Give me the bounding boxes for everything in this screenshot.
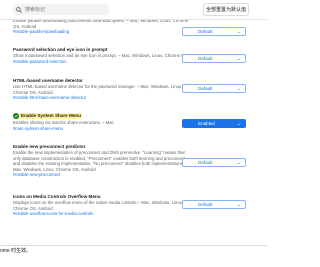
relaunch-notice: ome 时生效。 (0, 248, 32, 254)
select-value: Enabled (198, 121, 215, 126)
select-value: Default (198, 160, 213, 165)
top-bar: 全部重置为默认值 (0, 0, 267, 20)
chevron-down-icon: ⌄ (236, 160, 241, 166)
reset-all-button[interactable]: 全部重置为默认值 (203, 3, 249, 16)
experiment-select[interactable]: Enabled ⌄ (182, 119, 246, 128)
experiment-link[interactable]: #enable-new-preconnect (13, 172, 263, 178)
experiment-description: Use HTML-based username detector for the… (13, 84, 183, 95)
experiment-select[interactable]: Default ⌄ (182, 54, 246, 63)
check-circle-icon (13, 113, 19, 119)
experiment-description: Enable parallel downloading toaccelerate… (13, 20, 189, 29)
chevron-down-icon: ⌄ (236, 202, 241, 208)
experiment-title-highlight: Enable System Share Menu (13, 113, 82, 119)
experiment-select[interactable]: Default ⌄ (182, 27, 246, 36)
experiment-select[interactable]: Default ⌄ (182, 158, 246, 167)
experiment-link[interactable]: #enable-html-base-username-detector (13, 95, 263, 101)
experiment-link[interactable]: #enable-overflow-icons-for-media-control… (13, 211, 263, 217)
chevron-down-icon: ⌄ (236, 121, 241, 127)
experiment-description: Displays icons on the overflow menu of t… (13, 200, 184, 211)
select-value: Default (198, 202, 213, 207)
experiment-select[interactable]: Default ⌄ (182, 84, 246, 93)
chevron-down-icon: ⌄ (236, 86, 241, 92)
search-box[interactable] (13, 4, 109, 15)
divider (0, 245, 267, 246)
search-input[interactable] (25, 5, 105, 14)
experiment-title: Enable System Share Menu (21, 113, 81, 118)
experiment-select[interactable]: Default ⌄ (182, 200, 246, 209)
experiments-list: Enable parallel downloading toaccelerate… (0, 20, 267, 245)
chevron-down-icon: ⌄ (236, 56, 241, 62)
chevron-down-icon: ⌄ (236, 29, 241, 35)
select-value: Default (198, 29, 213, 34)
select-value: Default (198, 56, 213, 61)
experiment-description: Enable the new implementation of preconn… (13, 150, 188, 172)
search-icon (16, 6, 22, 13)
experiment-description: Show a password selection and an eye ico… (13, 53, 188, 58)
select-value: Default (198, 86, 213, 91)
